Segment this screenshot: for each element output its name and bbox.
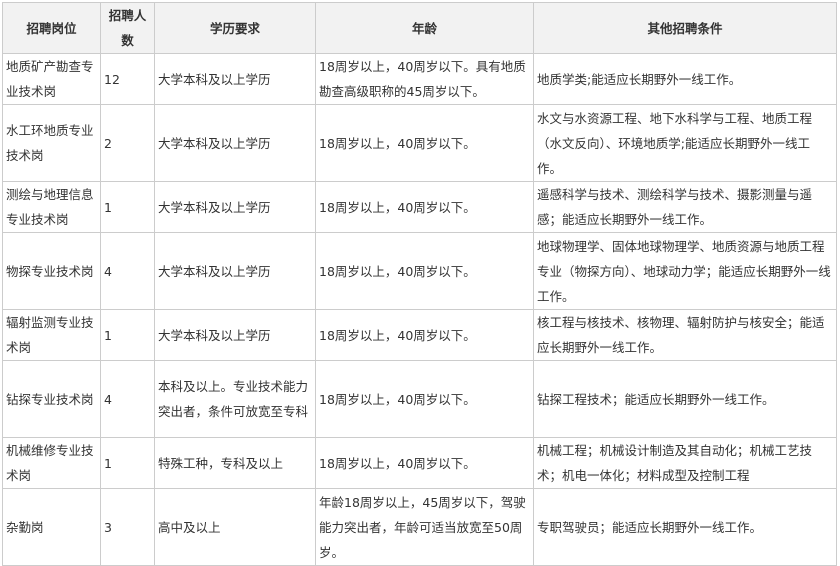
- table-row: 机械维修专业技术岗 1 特殊工种，专科及以上 18周岁以上，40周岁以下。 机械…: [2, 437, 837, 489]
- table-row: 地质矿产勘查专业技术岗 12 大学本科及以上学历 18周岁以上，40周岁以下。具…: [2, 53, 837, 105]
- cell-age: 18周岁以上，40周岁以下。: [315, 309, 534, 361]
- table-row: 辐射监测专业技术岗 1 大学本科及以上学历 18周岁以上，40周岁以下。 核工程…: [2, 309, 837, 361]
- cell-count: 1: [100, 309, 155, 361]
- cell-age: 18周岁以上，40周岁以下。具有地质勘查高级职称的45周岁以下。: [315, 53, 534, 105]
- cell-other-conditions: 机械工程；机械设计制造及其自动化；机械工艺技术；机电一体化；材料成型及控制工程: [533, 437, 837, 489]
- cell-count: 1: [100, 181, 155, 233]
- cell-education: 大学本科及以上学历: [154, 104, 316, 182]
- cell-position: 水工环地质专业技术岗: [2, 104, 101, 182]
- cell-other-conditions: 钻探工程技术；能适应长期野外一线工作。: [533, 360, 837, 438]
- header-count: 招聘人数: [100, 2, 155, 54]
- table-row: 杂勤岗 3 高中及以上 年龄18周岁以上，45周岁以下，驾驶能力突出者，年龄可适…: [2, 488, 837, 566]
- cell-age: 18周岁以上，40周岁以下。: [315, 437, 534, 489]
- cell-other-conditions: 遥感科学与技术、测绘科学与技术、摄影测量与遥感；能适应长期野外一线工作。: [533, 181, 837, 233]
- cell-education: 大学本科及以上学历: [154, 309, 316, 361]
- table-row: 物探专业技术岗 4 大学本科及以上学历 18周岁以上，40周岁以下。 地球物理学…: [2, 232, 837, 310]
- table-header-row: 招聘岗位 招聘人数 学历要求 年龄 其他招聘条件: [2, 2, 837, 54]
- cell-education: 本科及以上。专业技术能力突出者，条件可放宽至专科: [154, 360, 316, 438]
- cell-age: 18周岁以上，40周岁以下。: [315, 104, 534, 182]
- header-position: 招聘岗位: [2, 2, 101, 54]
- cell-position: 辐射监测专业技术岗: [2, 309, 101, 361]
- recruitment-table: 招聘岗位 招聘人数 学历要求 年龄 其他招聘条件 地质矿产勘查专业技术岗 12 …: [2, 2, 837, 566]
- header-other-conditions: 其他招聘条件: [533, 2, 837, 54]
- cell-education: 特殊工种，专科及以上: [154, 437, 316, 489]
- cell-other-conditions: 专职驾驶员；能适应长期野外一线工作。: [533, 488, 837, 566]
- cell-education: 大学本科及以上学历: [154, 181, 316, 233]
- cell-position: 杂勤岗: [2, 488, 101, 566]
- cell-position: 钻探专业技术岗: [2, 360, 101, 438]
- cell-age: 18周岁以上，40周岁以下。: [315, 181, 534, 233]
- cell-position: 测绘与地理信息专业技术岗: [2, 181, 101, 233]
- cell-count: 12: [100, 53, 155, 105]
- cell-education: 大学本科及以上学历: [154, 53, 316, 105]
- header-age: 年龄: [315, 2, 534, 54]
- header-education: 学历要求: [154, 2, 316, 54]
- cell-education: 大学本科及以上学历: [154, 232, 316, 310]
- cell-education: 高中及以上: [154, 488, 316, 566]
- cell-position: 地质矿产勘查专业技术岗: [2, 53, 101, 105]
- cell-count: 4: [100, 232, 155, 310]
- cell-other-conditions: 地球物理学、固体地球物理学、地质资源与地质工程专业（物探方向）、地球动力学；能适…: [533, 232, 837, 310]
- cell-age: 18周岁以上，40周岁以下。: [315, 360, 534, 438]
- cell-other-conditions: 地质学类;能适应长期野外一线工作。: [533, 53, 837, 105]
- cell-position: 机械维修专业技术岗: [2, 437, 101, 489]
- cell-age: 年龄18周岁以上，45周岁以下，驾驶能力突出者，年龄可适当放宽至50周岁。: [315, 488, 534, 566]
- cell-position: 物探专业技术岗: [2, 232, 101, 310]
- cell-other-conditions: 核工程与核技术、核物理、辐射防护与核安全；能适应长期野外一线工作。: [533, 309, 837, 361]
- cell-other-conditions: 水文与水资源工程、地下水科学与工程、地质工程（水文反向）、环境地质学;能适应长期…: [533, 104, 837, 182]
- cell-count: 2: [100, 104, 155, 182]
- cell-count: 1: [100, 437, 155, 489]
- table-row: 钻探专业技术岗 4 本科及以上。专业技术能力突出者，条件可放宽至专科 18周岁以…: [2, 360, 837, 438]
- table-row: 测绘与地理信息专业技术岗 1 大学本科及以上学历 18周岁以上，40周岁以下。 …: [2, 181, 837, 233]
- table-row: 水工环地质专业技术岗 2 大学本科及以上学历 18周岁以上，40周岁以下。 水文…: [2, 104, 837, 182]
- cell-count: 3: [100, 488, 155, 566]
- cell-count: 4: [100, 360, 155, 438]
- cell-age: 18周岁以上，40周岁以下。: [315, 232, 534, 310]
